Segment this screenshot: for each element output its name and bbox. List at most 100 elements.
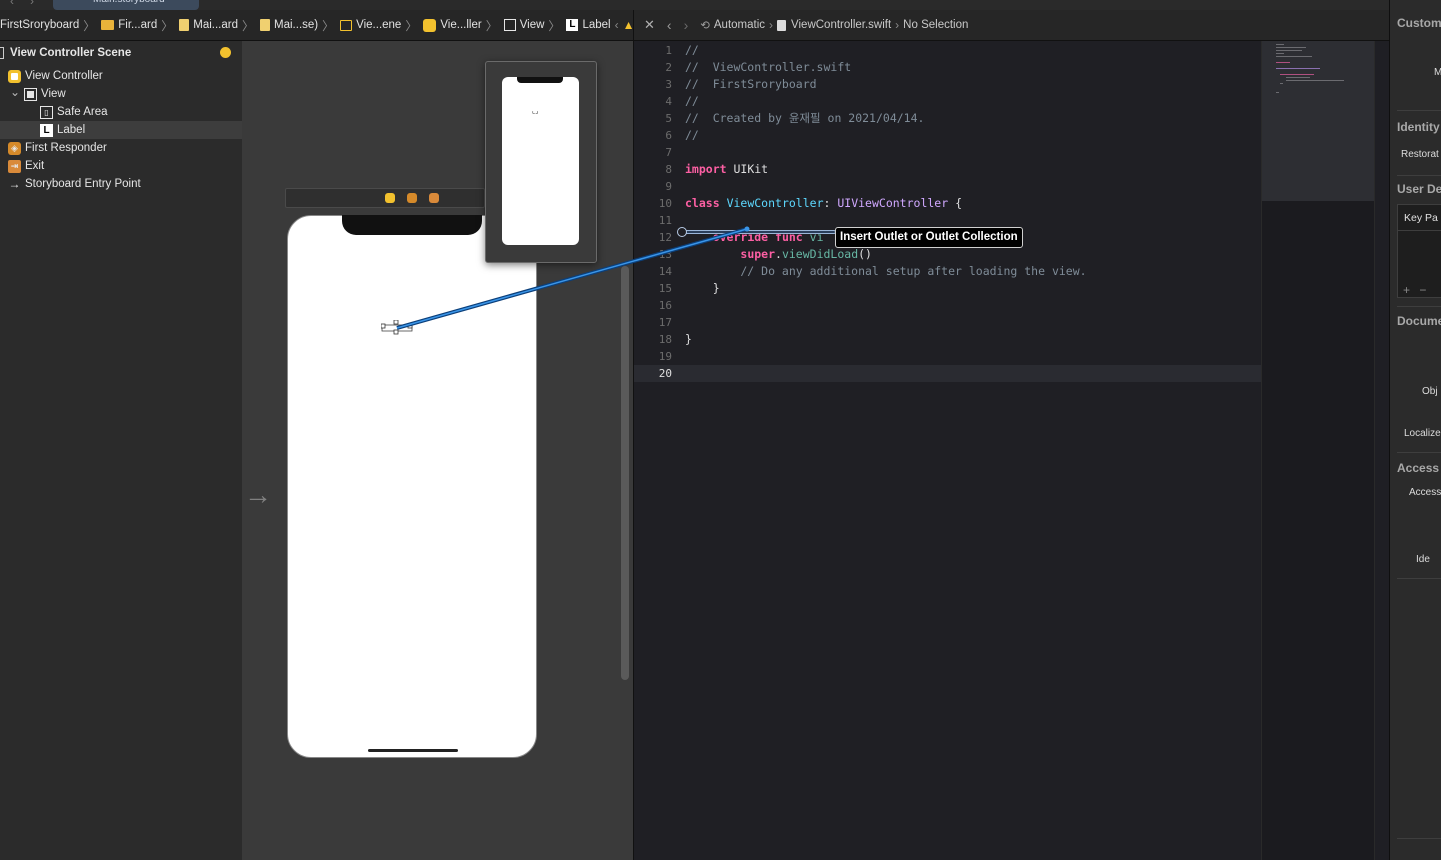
- scene-dock[interactable]: [285, 188, 485, 208]
- key-path-column-header[interactable]: Key Pa: [1398, 205, 1441, 231]
- breadcrumb-label[interactable]: L Label: [564, 19, 611, 31]
- forward-arrow-icon[interactable]: ›: [30, 0, 34, 8]
- code-line[interactable]: 1 //: [634, 42, 1261, 59]
- scene-warning-dot-icon[interactable]: [220, 47, 231, 58]
- close-editor-icon[interactable]: ✕: [644, 17, 655, 33]
- breadcrumb-mai-ard[interactable]: Mai...ard: [177, 19, 238, 31]
- line-number[interactable]: 8: [634, 161, 672, 178]
- editor-scrollbar[interactable]: [1374, 41, 1389, 860]
- outline-item-first-responder[interactable]: ◈ First Responder: [0, 139, 242, 157]
- related-items-icon[interactable]: ⟲: [700, 18, 710, 32]
- code-line[interactable]: 20: [634, 365, 1261, 382]
- back-nav-icon[interactable]: ‹: [667, 17, 672, 33]
- line-number[interactable]: 3: [634, 76, 672, 93]
- code-line[interactable]: 9: [634, 178, 1261, 195]
- assistant-mode[interactable]: Automatic: [714, 19, 765, 31]
- outline-item-exit[interactable]: ⇥ Exit: [0, 157, 242, 175]
- breadcrumb-view[interactable]: View: [502, 19, 544, 31]
- code-line[interactable]: 3 // FirstSroryboard: [634, 76, 1261, 93]
- drag-preview-popover: ⌞⌟: [485, 61, 597, 263]
- line-number[interactable]: 15: [634, 280, 672, 297]
- code-line[interactable]: 10 class ViewController: UIViewController…: [634, 195, 1261, 212]
- accessibility-label: Access: [1409, 487, 1441, 498]
- line-number[interactable]: 11: [634, 212, 672, 229]
- minimap-line: [1286, 77, 1310, 78]
- code-line[interactable]: 19: [634, 348, 1261, 365]
- outline-item-storyboard-entry-point[interactable]: → Storyboard Entry Point: [0, 175, 242, 193]
- code-file-crumb[interactable]: ViewController.swift: [791, 19, 891, 31]
- custom-class-header: Custom: [1397, 16, 1441, 30]
- outline-item-label[interactable]: L Label: [0, 121, 242, 139]
- user-defined-attributes-table[interactable]: Key Pa + −: [1397, 204, 1441, 298]
- editor-tab[interactable]: Main.storyboard: [53, 0, 199, 10]
- code-line[interactable]: 13 super.viewDidLoad(): [634, 246, 1261, 263]
- scene-header[interactable]: View Controller Scene: [0, 44, 242, 62]
- minimap-visible-region[interactable]: [1262, 41, 1375, 201]
- dock-first-responder-icon[interactable]: [407, 193, 417, 203]
- code-line[interactable]: 8 import UIKit: [634, 161, 1261, 178]
- line-number[interactable]: 16: [634, 297, 672, 314]
- remove-attribute-button[interactable]: −: [1419, 283, 1426, 297]
- line-number[interactable]: 14: [634, 263, 672, 280]
- storyboard-canvas[interactable]: → ⌞⌟: [242, 41, 633, 860]
- breadcrumb-fir-ard[interactable]: Fir...ard: [99, 19, 157, 31]
- line-number[interactable]: 7: [634, 144, 672, 161]
- code-line[interactable]: 2 // ViewController.swift: [634, 59, 1261, 76]
- entry-point-arrow-icon[interactable]: →: [244, 479, 272, 511]
- breadcrumb-firstsroryboard[interactable]: FirstSroryboard: [0, 19, 79, 31]
- prev-issue-icon[interactable]: ‹: [615, 18, 619, 32]
- code-line[interactable]: 4 //: [634, 93, 1261, 110]
- breadcrumb-vie-ene[interactable]: Vie...ene: [338, 19, 401, 31]
- code-minimap[interactable]: [1261, 41, 1375, 860]
- code-line[interactable]: 15 }: [634, 280, 1261, 297]
- canvas-label-selected[interactable]: [380, 319, 413, 335]
- line-number[interactable]: 9: [634, 178, 672, 195]
- forward-nav-icon[interactable]: ›: [684, 17, 689, 33]
- line-number[interactable]: 1: [634, 42, 672, 59]
- line-number[interactable]: 6: [634, 127, 672, 144]
- dock-exit-icon[interactable]: [429, 193, 439, 203]
- code-line[interactable]: 5 // Created by 윤재필 on 2021/04/14.: [634, 110, 1261, 127]
- breadcrumb-mai-se-[interactable]: Mai...se): [258, 19, 318, 31]
- back-arrow-icon[interactable]: ‹: [10, 0, 14, 8]
- outline-item-safe-area[interactable]: ▯ Safe Area: [0, 103, 242, 121]
- line-number[interactable]: 10: [634, 195, 672, 212]
- code-text: super.viewDidLoad(): [685, 246, 872, 263]
- code-line[interactable]: 18}: [634, 331, 1261, 348]
- code-line[interactable]: 6 //: [634, 127, 1261, 144]
- code-line[interactable]: 7: [634, 144, 1261, 161]
- line-number[interactable]: 17: [634, 314, 672, 331]
- add-attribute-button[interactable]: +: [1403, 283, 1410, 297]
- canvas-scrollbar[interactable]: [621, 266, 629, 680]
- entry-point-icon: →: [8, 177, 21, 191]
- code-token: UIViewController: [837, 196, 949, 210]
- line-number[interactable]: 4: [634, 93, 672, 110]
- line-number[interactable]: 19: [634, 348, 672, 365]
- code-token: .: [775, 247, 782, 261]
- breadcrumb-vie-ller[interactable]: Vie...ller: [421, 18, 482, 32]
- iphone-view-frame[interactable]: [287, 215, 537, 758]
- scene-bracket-icon: [0, 47, 4, 59]
- code-line[interactable]: 14 // Do any additional setup after load…: [634, 263, 1261, 280]
- disclosure-chevron-down-icon[interactable]: ⌄: [10, 85, 20, 99]
- line-number[interactable]: 2: [634, 59, 672, 76]
- code-selection-crumb[interactable]: No Selection: [903, 19, 968, 31]
- outline-item-view[interactable]: ⌄ View: [0, 85, 242, 103]
- line-number[interactable]: 20: [634, 365, 672, 382]
- breadcrumb-separator: 〉: [485, 18, 498, 33]
- minimap-line: [1276, 53, 1284, 54]
- dock-view-controller-icon[interactable]: [385, 193, 395, 203]
- code-token: viewDidLoad: [781, 247, 859, 261]
- code-token: //: [685, 94, 699, 108]
- line-number[interactable]: 13: [634, 246, 672, 263]
- code-line[interactable]: 17: [634, 314, 1261, 331]
- line-number[interactable]: 12: [634, 229, 672, 246]
- warning-icon[interactable]: ▲: [623, 18, 633, 32]
- code-editor[interactable]: 1 // 2 // ViewController.swift 3 // FirstSror…: [634, 41, 1261, 860]
- line-number[interactable]: 18: [634, 331, 672, 348]
- code-text: // Created by 윤재필 on 2021/04/14.: [685, 110, 924, 127]
- line-number[interactable]: 5: [634, 110, 672, 127]
- code-line[interactable]: 16: [634, 297, 1261, 314]
- outline-item-view-controller[interactable]: View Controller: [0, 67, 242, 85]
